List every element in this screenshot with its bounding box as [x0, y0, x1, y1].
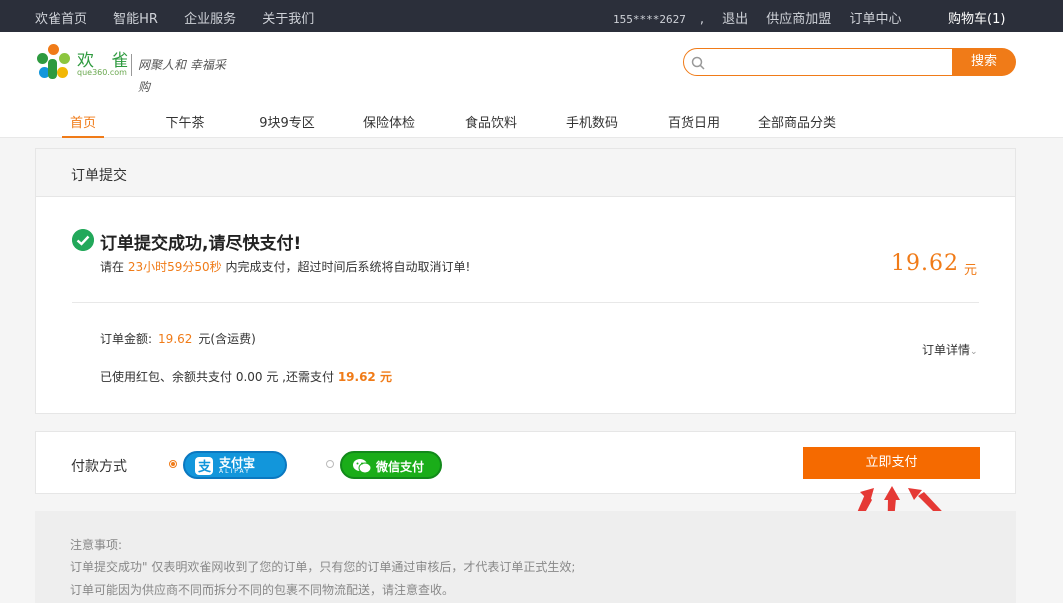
nav-item-home[interactable]: 首页 [62, 112, 104, 138]
order-panel-header: 订单提交 [35, 148, 1016, 196]
total-price: 19.62 [891, 251, 959, 276]
supplier-link[interactable]: 供应商加盟 [766, 12, 831, 27]
top-link-hr[interactable]: 智能HR [113, 12, 158, 27]
top-link-enterprise[interactable]: 企业服务 [184, 12, 236, 27]
notice-title: 注意事项: [70, 538, 123, 552]
search-icon [691, 56, 705, 70]
total-price-unit: 元 [964, 263, 978, 278]
search-box [683, 48, 953, 76]
brand-domain: que360.com [77, 68, 127, 77]
countdown-value: 23小时59分50秒 [127, 260, 222, 274]
order-detail-label: 订单详情 [922, 343, 971, 357]
header: 欢 雀 que360.com 网聚人和 幸福采购 搜索 首页 下午茶 9块9专区… [0, 32, 1063, 138]
comma: , [699, 12, 704, 27]
nav-item-insurance[interactable]: 保险体检 [360, 112, 418, 138]
nav-item-99[interactable]: 9块9专区 [255, 112, 319, 138]
brand-slogan: 网聚人和 幸福采购 [131, 54, 235, 94]
pay-now-button[interactable]: 立即支付 [803, 447, 980, 479]
top-bar: 欢雀首页 智能HR 企业服务 关于我们 155****2627, 退出 供应商加… [0, 0, 1063, 32]
nav-item-all[interactable]: 全部商品分类 [755, 112, 839, 138]
chevron-down-icon: ⌄ [970, 347, 978, 357]
amount-label: 订单金额: [100, 332, 153, 346]
alipay-sub-label: ALIPAY [219, 468, 251, 475]
countdown-prefix: 请在 [100, 260, 125, 274]
notice-line-1: 订单提交成功" 仅表明欢雀网收到了您的订单，只有您的订单通过审核后，才代表订单正… [70, 560, 576, 574]
nav-item-daily[interactable]: 百货日用 [665, 112, 723, 138]
order-panel-title: 订单提交 [71, 168, 127, 184]
notice-line-2: 订单可能因为供应商不同而拆分不同的包裹不同物流配送，请注意查收。 [70, 583, 455, 597]
wechat-icon [352, 457, 372, 475]
top-links: 欢雀首页 智能HR 企业服务 关于我们 [35, 8, 336, 27]
nav-item-digital[interactable]: 手机数码 [563, 112, 621, 138]
search-input[interactable] [710, 54, 945, 70]
countdown-suffix: 内完成支付，超过时间后系统将自动取消订单! [225, 260, 471, 274]
payment-label: 付款方式 [71, 459, 127, 475]
need-pay-value: 19.62 元 [337, 370, 392, 384]
countdown-text: 请在 23小时59分50秒 内完成支付，超过时间后系统将自动取消订单! [100, 258, 470, 275]
logo-mark-icon [35, 44, 73, 82]
check-circle-icon [72, 229, 94, 251]
site-logo[interactable]: 欢 雀 que360.com 网聚人和 幸福采购 [35, 44, 235, 94]
order-panel: 订单提交成功,请尽快支付! 请在 23小时59分50秒 内完成支付，超过时间后系… [35, 196, 1016, 414]
amount-suffix: 元(含运费) [198, 332, 256, 346]
alipay-icon: 支 [195, 457, 213, 475]
top-link-home[interactable]: 欢雀首页 [35, 12, 87, 27]
search-bar: 搜索 [683, 48, 1016, 76]
user-links: 155****2627, 退出 供应商加盟 订单中心 [613, 8, 915, 27]
amount-value: 19.62 [158, 332, 193, 346]
main-nav: 首页 下午茶 9块9专区 保险体检 食品饮料 手机数码 百货日用 全部商品分类 [0, 112, 1063, 138]
order-amount: 订单金额: 19.62 元(含运费) [100, 330, 256, 347]
nav-item-food[interactable]: 食品饮料 [462, 112, 520, 138]
nav-item-tea[interactable]: 下午茶 [160, 112, 210, 138]
paid-text: 已使用红包、余额共支付 0.00 元 ,还需支付 [100, 370, 334, 384]
paid-summary: 已使用红包、余额共支付 0.00 元 ,还需支付 19.62 元 [100, 368, 392, 385]
alipay-radio[interactable] [169, 460, 177, 468]
user-phone: 155****2627 [613, 13, 686, 26]
divider [72, 302, 979, 303]
search-button[interactable]: 搜索 [952, 48, 1016, 76]
success-title: 订单提交成功,请尽快支付! [100, 234, 302, 254]
logout-link[interactable]: 退出 [722, 12, 748, 27]
cart-link[interactable]: 购物车(1) [948, 8, 1005, 27]
order-detail-link[interactable]: 订单详情⌄ [922, 341, 978, 358]
alipay-option[interactable]: 支 支付宝 ALIPAY [183, 451, 287, 479]
svg-text:支: 支 [197, 459, 212, 475]
order-center-link[interactable]: 订单中心 [849, 12, 901, 27]
wechat-pay-option[interactable]: 微信支付 [340, 451, 442, 479]
wechat-radio[interactable] [326, 460, 334, 468]
top-link-about[interactable]: 关于我们 [262, 12, 314, 27]
notice-panel: 注意事项: 订单提交成功" 仅表明欢雀网收到了您的订单，只有您的订单通过审核后，… [35, 511, 1016, 603]
wechat-pay-label: 微信支付 [376, 460, 425, 474]
